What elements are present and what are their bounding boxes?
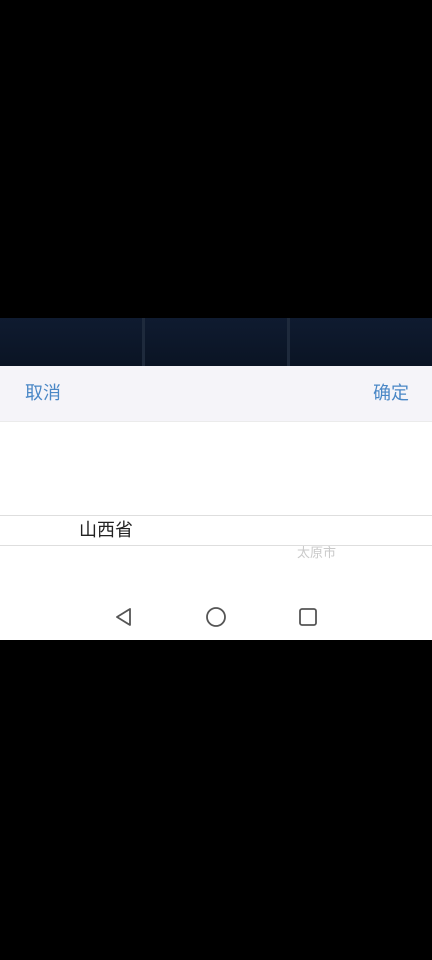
region-picker-sheet: 取消 确定 山西省 太原市: [0, 366, 432, 640]
selection-divider-top: [0, 515, 432, 516]
picker-toolbar: 取消 确定: [0, 366, 432, 422]
home-circle-icon[interactable]: [204, 605, 228, 629]
city-wheel-item[interactable]: 太原市: [297, 546, 336, 560]
system-navigation-bar: [0, 597, 432, 640]
background-panel: [0, 318, 145, 366]
back-triangle-icon[interactable]: [112, 605, 136, 629]
background-panel: [290, 318, 432, 366]
recent-apps-square-icon[interactable]: [296, 605, 320, 629]
province-wheel-selected[interactable]: 山西省: [79, 518, 133, 544]
background-app-strip: [0, 318, 432, 366]
background-panel: [145, 318, 290, 366]
confirm-button[interactable]: 确定: [373, 380, 409, 408]
edge-artifact: [0, 641, 5, 655]
cancel-button[interactable]: 取消: [25, 380, 61, 408]
screen: 取消 确定 山西省 太原市: [0, 0, 432, 960]
selection-divider-bottom: [0, 545, 432, 546]
province-city-picker[interactable]: 山西省 太原市: [0, 422, 432, 597]
